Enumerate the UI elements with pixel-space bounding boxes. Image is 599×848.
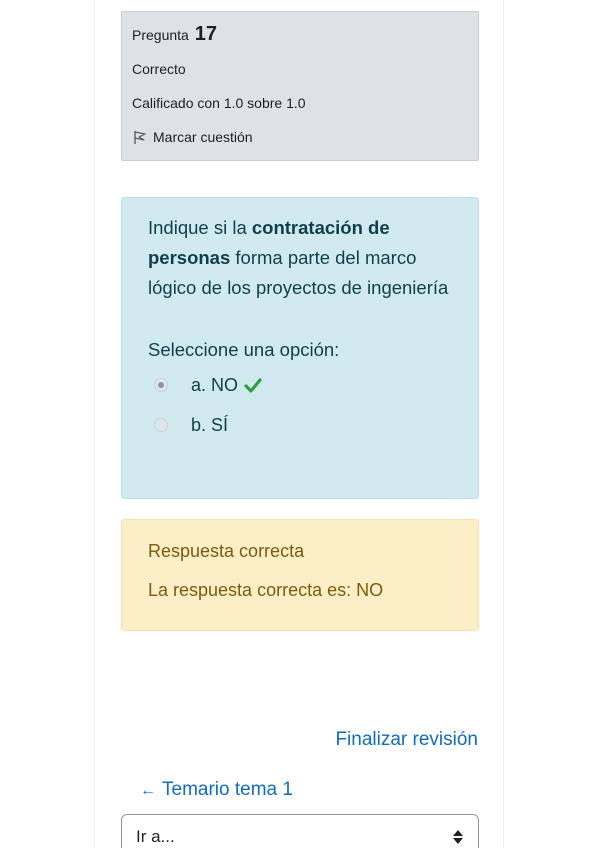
jump-to-value: Ir a... — [136, 827, 175, 846]
question-grade: Calificado con 1.0 sobre 1.0 — [132, 95, 306, 111]
answer-option-a: a. NO — [148, 365, 452, 405]
question-info-panel: Pregunta 17 Correcto Calificado con 1.0 … — [121, 11, 479, 161]
quiz-review-page: Pregunta 17 Correcto Calificado con 1.0 … — [0, 0, 599, 848]
check-icon — [244, 377, 262, 393]
finish-review-link[interactable]: Finalizar revisión — [335, 729, 478, 751]
feedback-result: Respuesta correcta — [148, 541, 305, 561]
flag-question-button[interactable]: Marcar cuestión — [132, 128, 468, 146]
previous-activity-link[interactable]: ← Temario tema 1 — [140, 779, 293, 801]
jump-to-select[interactable]: Ir a... — [121, 814, 479, 848]
answer-prompt: Seleccione una opción: — [148, 339, 340, 360]
answer-option-b: b. SÍ — [148, 405, 452, 445]
option-a-label: a. NO — [191, 374, 239, 395]
question-text: Indique si la contratación de personas f… — [148, 213, 452, 303]
question-state: Correcto — [132, 61, 186, 77]
previous-activity-label: Temario tema 1 — [162, 779, 293, 800]
flag-icon — [134, 131, 146, 144]
question-text-start: Indique si la — [148, 217, 252, 238]
question-number-row: Pregunta 17 — [132, 24, 468, 44]
question-panel: Indique si la contratación de personas f… — [121, 197, 479, 499]
feedback-panel: Respuesta correcta La respuesta correcta… — [121, 519, 479, 631]
option-a-radio[interactable] — [154, 378, 168, 392]
option-b-radio[interactable] — [154, 418, 168, 432]
flag-question-label: Marcar cuestión — [153, 129, 253, 145]
left-arrow-icon: ← — [140, 782, 156, 799]
question-number: 17 — [194, 23, 217, 45]
feedback-correct-answer: La respuesta correcta es: NO — [148, 580, 384, 600]
question-prefix: Pregunta — [132, 27, 189, 43]
sort-arrows-icon — [453, 830, 463, 844]
option-b-label: b. SÍ — [191, 414, 229, 435]
